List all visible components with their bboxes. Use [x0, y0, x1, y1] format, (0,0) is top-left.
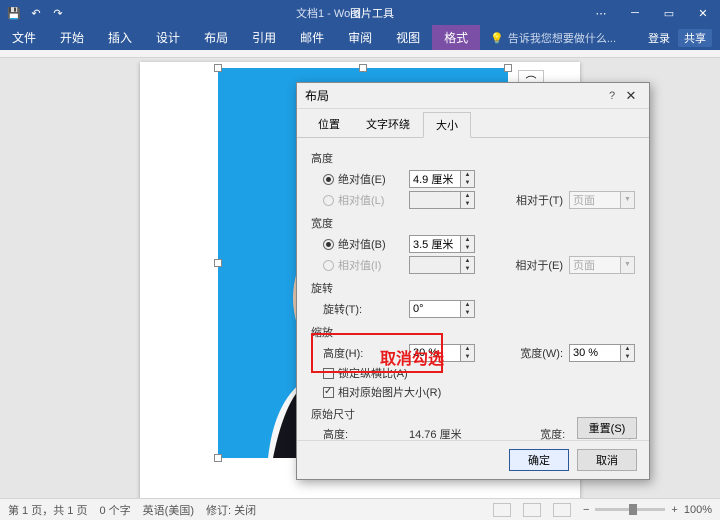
rotate-input[interactable]: ▲▼ — [409, 300, 475, 318]
dialog-title: 布局 — [305, 87, 603, 104]
width-rel-input: ▲▼ — [409, 256, 475, 274]
save-icon[interactable]: 💾 — [6, 5, 22, 21]
annotation-text: 取消勾选 — [380, 345, 444, 369]
zoom-slider[interactable] — [595, 508, 665, 511]
height-rel-radio: 相对值(L) — [323, 192, 403, 208]
rotate-section: 旋转 — [311, 280, 635, 296]
dialog-close-icon[interactable]: ✕ — [621, 88, 641, 104]
zoom-in-icon[interactable]: + — [671, 504, 677, 516]
tab-references[interactable]: 引用 — [240, 25, 288, 50]
scale-w-input[interactable]: ▲▼ — [569, 344, 635, 362]
login-link[interactable]: 登录 — [648, 30, 670, 46]
share-button[interactable]: 共享 — [678, 29, 712, 47]
cancel-button[interactable]: 取消 — [577, 449, 637, 471]
status-track[interactable]: 修订: 关闭 — [206, 502, 256, 518]
resize-handle[interactable] — [214, 454, 222, 462]
tab-mailings[interactable]: 邮件 — [288, 25, 336, 50]
tab-file[interactable]: 文件 — [0, 25, 48, 50]
tab-view[interactable]: 视图 — [384, 25, 432, 50]
tab-format[interactable]: 格式 — [432, 25, 480, 50]
scale-section: 缩放 — [311, 324, 635, 340]
dialog-tab-wrap[interactable]: 文字环绕 — [353, 111, 423, 137]
resize-handle[interactable] — [214, 64, 222, 72]
width-abs-input[interactable]: ▲▼ — [409, 235, 475, 253]
view-read-icon[interactable] — [493, 503, 511, 517]
tab-design[interactable]: 设计 — [144, 25, 192, 50]
dialog-tab-position[interactable]: 位置 — [305, 111, 353, 137]
height-rel-combo: ▼ — [569, 191, 635, 209]
ribbon-options-icon[interactable]: ⋯ — [584, 0, 618, 26]
height-abs-input[interactable]: ▲▼ — [409, 170, 475, 188]
tell-me-input[interactable]: 告诉我您想要做什么... — [480, 26, 626, 50]
tab-layout[interactable]: 布局 — [192, 25, 240, 50]
width-abs-radio[interactable]: 绝对值(B) — [323, 236, 403, 252]
status-page[interactable]: 第 1 页，共 1 页 — [8, 502, 87, 518]
close-icon[interactable]: ✕ — [686, 0, 720, 26]
ok-button[interactable]: 确定 — [509, 449, 569, 471]
tab-insert[interactable]: 插入 — [96, 25, 144, 50]
zoom-out-icon[interactable]: − — [583, 504, 589, 516]
status-lang[interactable]: 英语(美国) — [143, 502, 194, 518]
resize-handle[interactable] — [214, 259, 222, 267]
dialog-tab-size[interactable]: 大小 — [423, 112, 471, 138]
zoom-value[interactable]: 100% — [684, 504, 712, 516]
tab-home[interactable]: 开始 — [48, 25, 96, 50]
width-section: 宽度 — [311, 215, 635, 231]
resize-handle[interactable] — [359, 64, 367, 72]
relative-orig-checkbox[interactable]: 相对原始图片大小(R) — [323, 384, 441, 400]
contextual-tab-title: 图片工具 — [350, 5, 394, 21]
height-abs-radio[interactable]: 绝对值(E) — [323, 171, 403, 187]
view-web-icon[interactable] — [553, 503, 571, 517]
resize-handle[interactable] — [504, 64, 512, 72]
tab-review[interactable]: 审阅 — [336, 25, 384, 50]
layout-dialog: 布局 ? ✕ 位置 文字环绕 大小 高度 绝对值(E) ▲▼ 相对值(L) ▲▼… — [296, 82, 650, 480]
rotate-label: 旋转(T): — [323, 301, 403, 317]
width-rel-combo: ▼ — [569, 256, 635, 274]
maximize-icon[interactable]: ▭ — [652, 0, 686, 26]
status-words[interactable]: 0 个字 — [99, 502, 130, 518]
redo-icon[interactable]: ↷ — [50, 5, 66, 21]
minimize-icon[interactable]: ─ — [618, 0, 652, 26]
height-section: 高度 — [311, 150, 635, 166]
undo-icon[interactable]: ↶ — [28, 5, 44, 21]
dialog-help-icon[interactable]: ? — [603, 90, 621, 102]
view-print-icon[interactable] — [523, 503, 541, 517]
window-title: 文档1 - Word — [72, 5, 584, 21]
reset-button[interactable]: 重置(S) — [577, 417, 637, 439]
height-rel-input: ▲▼ — [409, 191, 475, 209]
width-rel-radio: 相对值(I) — [323, 257, 403, 273]
